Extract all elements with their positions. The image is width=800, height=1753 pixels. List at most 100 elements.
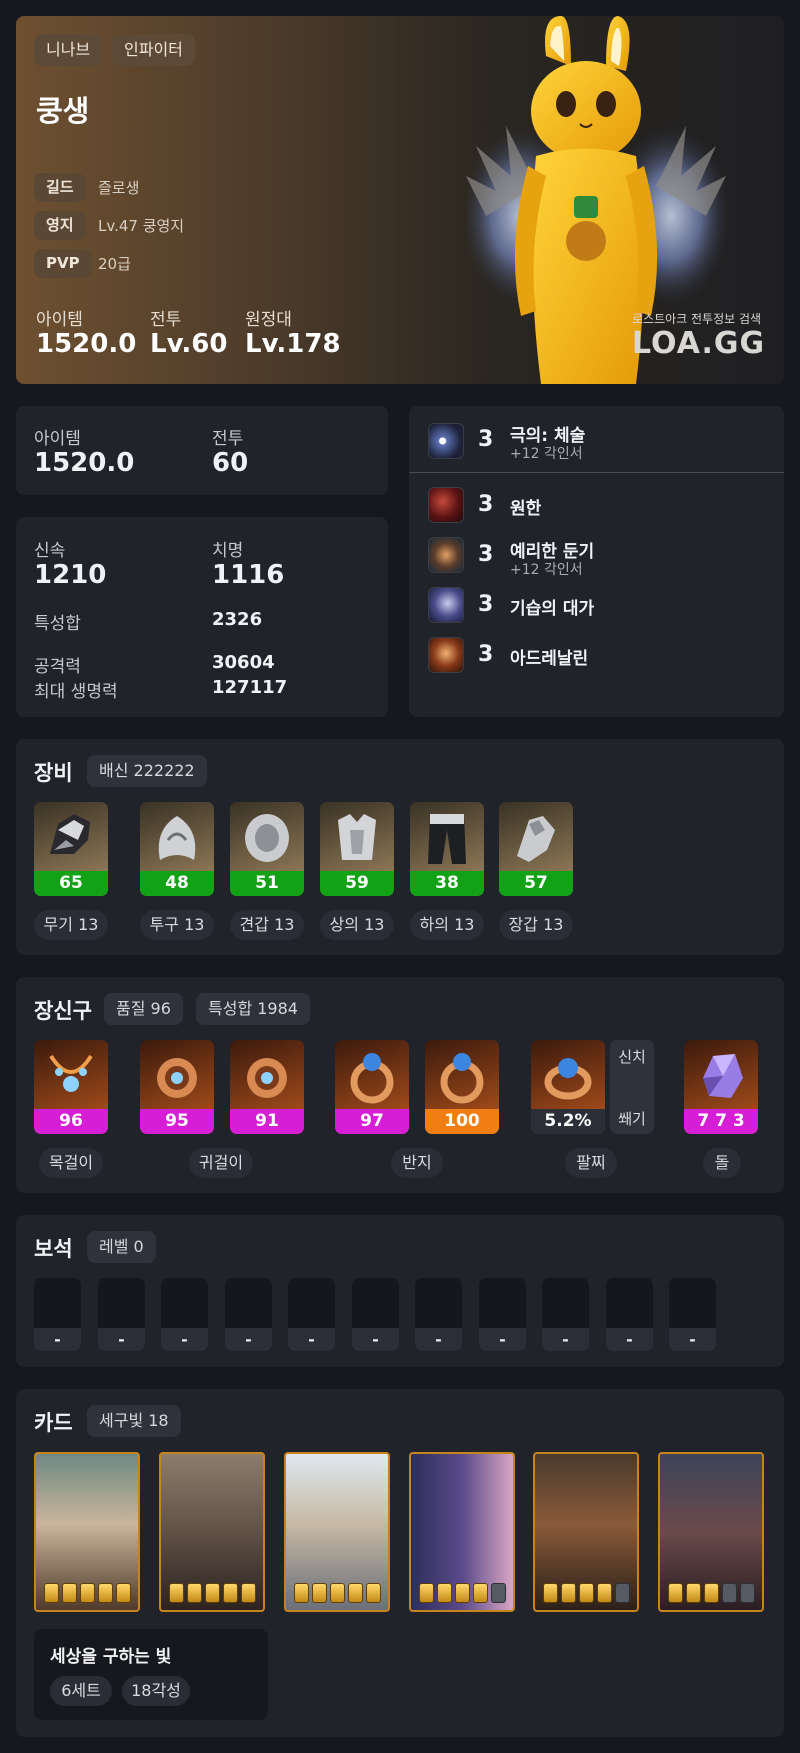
gem-level: -	[606, 1328, 653, 1351]
accessory-slot-necklace[interactable]: 96	[34, 1040, 108, 1134]
ability-stone-slot[interactable]: 7 7 3	[684, 1040, 758, 1134]
swift-label: 신속	[34, 541, 66, 561]
earring-label: 귀걸이	[189, 1148, 253, 1178]
engraving-level: 3	[478, 592, 494, 617]
accessory-slot-earring-2[interactable]: 91	[230, 1040, 304, 1134]
card-awaken-gems	[668, 1583, 755, 1603]
quality-bar: 57	[499, 871, 573, 896]
roster-level-label: 원정대	[245, 310, 292, 330]
quality-bar: 96	[34, 1109, 108, 1134]
awaken-gem-icon	[223, 1583, 238, 1603]
gem-slot[interactable]: -	[161, 1278, 208, 1351]
grudge-icon	[428, 487, 464, 523]
awaken-gem-icon	[241, 1583, 256, 1603]
quality-bar: 51	[230, 871, 304, 896]
awaken-gem-icon	[80, 1583, 95, 1603]
stone-label: 돌	[703, 1148, 741, 1178]
card[interactable]	[658, 1452, 764, 1612]
awaken-gem-icon	[704, 1583, 719, 1603]
quality-bar: 48	[140, 871, 214, 896]
quality-bar: 100	[425, 1109, 499, 1134]
card[interactable]	[159, 1452, 265, 1612]
bracelet-tag: 쐐기	[618, 1110, 646, 1128]
card[interactable]	[409, 1452, 515, 1612]
card-set-count: 6세트	[50, 1676, 112, 1706]
character-name: 쿵생	[36, 94, 90, 128]
gem-level: -	[34, 1328, 81, 1351]
weapon-gauntlet-icon	[50, 814, 90, 854]
equipment-slot-weapon[interactable]: 65	[34, 802, 108, 896]
gem-slot[interactable]: -	[352, 1278, 399, 1351]
guild-value: 즐로생	[98, 179, 140, 197]
bracelet-tags: 신치 쐐기	[610, 1040, 654, 1134]
gem-slot[interactable]: -	[225, 1278, 272, 1351]
equipment-slot-chest[interactable]: 59	[320, 802, 394, 896]
character-hero-panel: 니나브 인파이터 쿵생 길드 즐로생 영지 Lv.47 쿵영지 PVP 20급 …	[16, 16, 784, 384]
bracelet-value: 5.2%	[531, 1109, 605, 1134]
item-level-value: 1520.0	[36, 329, 137, 359]
accessory-slot-earring-1[interactable]: 95	[140, 1040, 214, 1134]
max-hp-value: 127117	[212, 677, 288, 698]
accessory-slot-bracelet[interactable]: 5.2%	[531, 1040, 605, 1134]
engraving-name: 기습의 대가	[510, 599, 595, 619]
engraving-name: 아드레날린	[510, 649, 589, 669]
gem-slot[interactable]: -	[479, 1278, 526, 1351]
card[interactable]	[284, 1452, 390, 1612]
gloves-icon	[517, 816, 555, 862]
class-badge: 인파이터	[112, 34, 195, 66]
gem-slot[interactable]: -	[34, 1278, 81, 1351]
gem-slot[interactable]: -	[288, 1278, 335, 1351]
gem-slot[interactable]: -	[669, 1278, 716, 1351]
gem-slot[interactable]: -	[542, 1278, 589, 1351]
attack-label: 공격력	[34, 657, 81, 677]
summary-item-value: 1520.0	[34, 448, 135, 478]
equipment-slot-shoulder[interactable]: 51	[230, 802, 304, 896]
guild-label: 길드	[34, 173, 86, 202]
gem-level: -	[415, 1328, 462, 1351]
combat-level-label: 전투	[150, 310, 182, 330]
equipment-slot-pants[interactable]: 38	[410, 802, 484, 896]
accessory-slot-ring-2[interactable]: 100	[425, 1040, 499, 1134]
awaken-gem-icon	[44, 1583, 59, 1603]
card-set-name: 세상을 구하는 빛	[50, 1647, 172, 1667]
awaken-gem-icon	[419, 1583, 434, 1603]
quality-bar: 59	[320, 871, 394, 896]
gem-slot[interactable]: -	[98, 1278, 145, 1351]
card-awaken-gems	[419, 1583, 506, 1603]
accessories-title: 장신구	[34, 999, 92, 1023]
pants-icon	[428, 814, 466, 864]
watermark-logo: LOA.GG	[632, 326, 766, 361]
estate-label: 영지	[34, 211, 86, 240]
equipment-label: 투구 13	[140, 910, 214, 940]
equipment-slot-helmet[interactable]: 48	[140, 802, 214, 896]
card-set-awaken: 18각성	[122, 1676, 190, 1706]
summary-combat-label: 전투	[212, 429, 244, 449]
quality-bar: 7 7 3	[684, 1109, 758, 1134]
gems-level-badge: 레벨 0	[87, 1231, 156, 1263]
quality-bar: 38	[410, 871, 484, 896]
shoulder-icon	[245, 814, 289, 862]
gem-slot[interactable]: -	[415, 1278, 462, 1351]
engraving-level: 3	[478, 492, 494, 517]
engraving-divider	[409, 472, 784, 473]
awaken-gem-icon	[722, 1583, 737, 1603]
gem-level: -	[669, 1328, 716, 1351]
gem-slot[interactable]: -	[606, 1278, 653, 1351]
stat-total-value: 2326	[212, 609, 263, 630]
quality-bar: 97	[335, 1109, 409, 1134]
earring-icon	[247, 1058, 287, 1098]
awaken-gem-icon	[437, 1583, 452, 1603]
equipment-slot-gloves[interactable]: 57	[499, 802, 573, 896]
awaken-gem-icon	[543, 1583, 558, 1603]
crit-value: 1116	[212, 560, 285, 590]
awaken-gem-icon	[205, 1583, 220, 1603]
bracelet-label: 팔찌	[565, 1148, 617, 1178]
gem-level: -	[161, 1328, 208, 1351]
fist-engraving-icon	[428, 423, 464, 459]
accessory-slot-ring-1[interactable]: 97	[335, 1040, 409, 1134]
card[interactable]	[533, 1452, 639, 1612]
necklace-label: 목걸이	[39, 1148, 103, 1178]
server-badge: 니나브	[34, 34, 103, 66]
card[interactable]	[34, 1452, 140, 1612]
awaken-gem-icon	[473, 1583, 488, 1603]
